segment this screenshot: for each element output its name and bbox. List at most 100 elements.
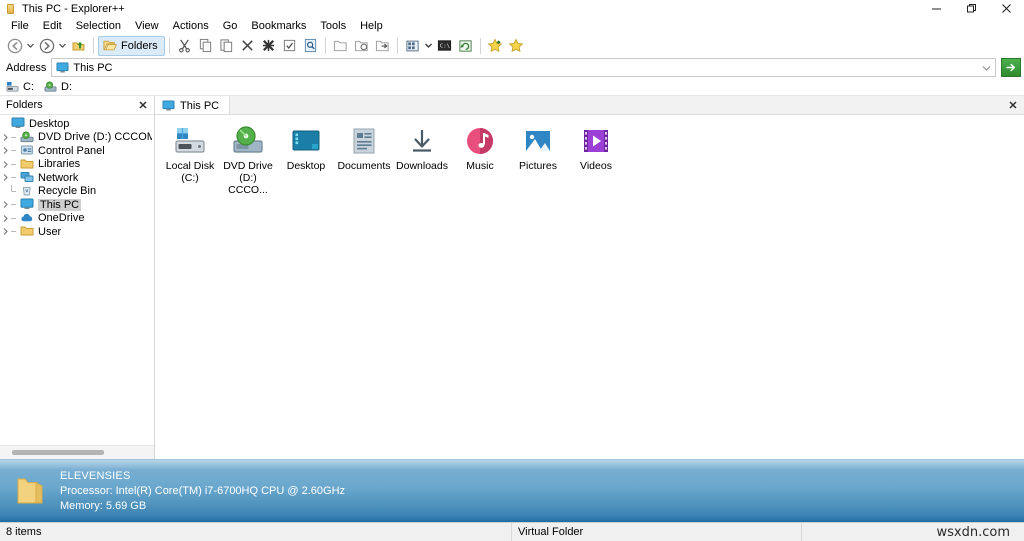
list-item[interactable]: Videos — [568, 125, 624, 196]
views-dropdown[interactable] — [423, 35, 434, 56]
menu-actions[interactable]: Actions — [166, 18, 216, 34]
views-button[interactable] — [402, 35, 423, 56]
list-item[interactable]: Local Disk (C:) — [162, 125, 218, 196]
drive-button-c[interactable]: C: — [6, 81, 34, 93]
refresh-icon[interactable] — [455, 35, 476, 56]
menu-view[interactable]: View — [128, 18, 166, 34]
folders-pane-close-icon[interactable]: ✕ — [136, 98, 150, 112]
up-arrow-folder-icon[interactable] — [68, 35, 89, 56]
address-input[interactable]: This PC — [51, 58, 996, 77]
system-info-text: ELEVENSIES Processor: Intel(R) Core(TM) … — [60, 470, 345, 513]
tab-this-pc[interactable]: This PC — [155, 96, 231, 114]
drive-label-c: C: — [23, 80, 34, 93]
go-button[interactable] — [1001, 58, 1021, 77]
copy-button[interactable] — [195, 35, 216, 56]
address-dropdown[interactable] — [982, 59, 991, 76]
desktop-folder-icon — [290, 125, 322, 157]
menu-bookmarks[interactable]: Bookmarks — [244, 18, 313, 34]
tree-expander[interactable] — [0, 200, 11, 209]
list-item[interactable]: DVD Drive (D:) CCCO... — [220, 125, 276, 196]
window-controls — [919, 0, 1024, 17]
tree-connector — [11, 145, 20, 156]
star-icon[interactable] — [506, 35, 527, 56]
close-button[interactable] — [989, 0, 1024, 17]
delete-permanently-button[interactable] — [258, 35, 279, 56]
control-panel-icon — [20, 144, 34, 157]
downloads-folder-icon — [406, 125, 438, 157]
folder-icon-large — [14, 474, 48, 508]
item-label-line2: (D:) CCCO... — [228, 172, 268, 196]
item-label-line1: Local Disk — [165, 160, 215, 172]
delete-button[interactable] — [237, 35, 258, 56]
folder-app-icon — [5, 3, 17, 15]
tree-expander[interactable] — [0, 214, 11, 223]
menu-selection[interactable]: Selection — [69, 18, 128, 34]
status-extra: wsxdn.com — [802, 523, 1024, 541]
explorerpp-window: This PC - Explorer++ File Edit Selection… — [0, 0, 1024, 541]
list-item[interactable]: Documents — [336, 125, 392, 196]
folder-tree[interactable]: Desktop DVD Drive (D:) CCCOM Control Pan… — [0, 115, 154, 445]
star-add-icon[interactable] — [485, 35, 506, 56]
copy-path-button[interactable] — [351, 35, 372, 56]
folders-toggle-button[interactable]: Folders — [98, 35, 165, 56]
list-item[interactable]: Desktop — [278, 125, 334, 196]
tree-connector — [11, 159, 20, 170]
tree-expander[interactable] — [0, 160, 11, 169]
tree-expander[interactable] — [0, 173, 11, 182]
tree-connector — [11, 132, 20, 143]
address-label: Address — [6, 61, 47, 74]
back-history-dropdown[interactable] — [25, 35, 36, 56]
menu-help[interactable]: Help — [353, 18, 390, 34]
tree-item-libraries[interactable]: Libraries — [0, 158, 154, 172]
console-icon[interactable]: C:\ — [434, 35, 455, 56]
tree-item-dvd-drive[interactable]: DVD Drive (D:) CCCOMA_X64I — [0, 131, 154, 145]
search-document-icon[interactable] — [300, 35, 321, 56]
tree-item-label: Libraries — [38, 158, 81, 171]
move-to-folder-icon[interactable] — [372, 35, 393, 56]
network-icon — [20, 171, 34, 184]
tab-close-icon[interactable]: ✕ — [1002, 96, 1024, 114]
drive-label-d: D: — [61, 80, 72, 93]
pictures-folder-icon — [522, 125, 554, 157]
tree-item-recycle-bin[interactable]: Recycle Bin — [0, 184, 154, 199]
svg-text:C:\: C:\ — [440, 43, 450, 49]
minimize-button[interactable] — [919, 0, 954, 17]
paste-button[interactable] — [216, 35, 237, 56]
file-icon-view[interactable]: Local Disk (C:) DVD Drive (D:) CCCO... D… — [155, 115, 1024, 459]
tree-item-onedrive[interactable]: OneDrive — [0, 212, 154, 226]
tree-expander[interactable] — [0, 146, 11, 155]
cut-button[interactable] — [174, 35, 195, 56]
folder-icon — [20, 225, 34, 238]
forward-history-dropdown[interactable] — [57, 35, 68, 56]
menu-edit[interactable]: Edit — [36, 18, 69, 34]
tree-expander[interactable] — [0, 227, 11, 236]
properties-button[interactable] — [279, 35, 300, 56]
tree-item-desktop[interactable]: Desktop — [0, 117, 154, 131]
tab-bar: This PC ✕ — [155, 96, 1024, 115]
list-item[interactable]: Music — [452, 125, 508, 196]
back-button[interactable] — [4, 35, 25, 56]
list-item[interactable]: Downloads — [394, 125, 450, 196]
menu-tools[interactable]: Tools — [313, 18, 353, 34]
tree-item-user[interactable]: User — [0, 225, 154, 239]
menu-go[interactable]: Go — [216, 18, 245, 34]
menu-file[interactable]: File — [4, 18, 36, 34]
desktop-monitor-icon — [11, 117, 25, 130]
this-pc-monitor-icon — [162, 99, 175, 111]
tree-expander[interactable] — [0, 133, 11, 142]
documents-folder-icon — [348, 125, 380, 157]
new-folder-button[interactable] — [330, 35, 351, 56]
tree-item-this-pc[interactable]: This PC — [0, 198, 154, 212]
folders-pane-header: Folders ✕ — [0, 96, 154, 115]
drive-button-d[interactable]: D: — [44, 81, 72, 93]
tree-item-control-panel[interactable]: Control Panel — [0, 144, 154, 158]
address-bar: Address This PC — [0, 57, 1024, 78]
scrollbar-thumb[interactable] — [12, 450, 104, 455]
forward-button[interactable] — [36, 35, 57, 56]
restore-button[interactable] — [954, 0, 989, 17]
address-value: This PC — [73, 61, 113, 74]
tree-item-network[interactable]: Network — [0, 171, 154, 185]
list-item[interactable]: Pictures — [510, 125, 566, 196]
main-toolbar: Folders C:\ — [0, 34, 1024, 57]
folders-horizontal-scrollbar[interactable] — [0, 445, 154, 459]
